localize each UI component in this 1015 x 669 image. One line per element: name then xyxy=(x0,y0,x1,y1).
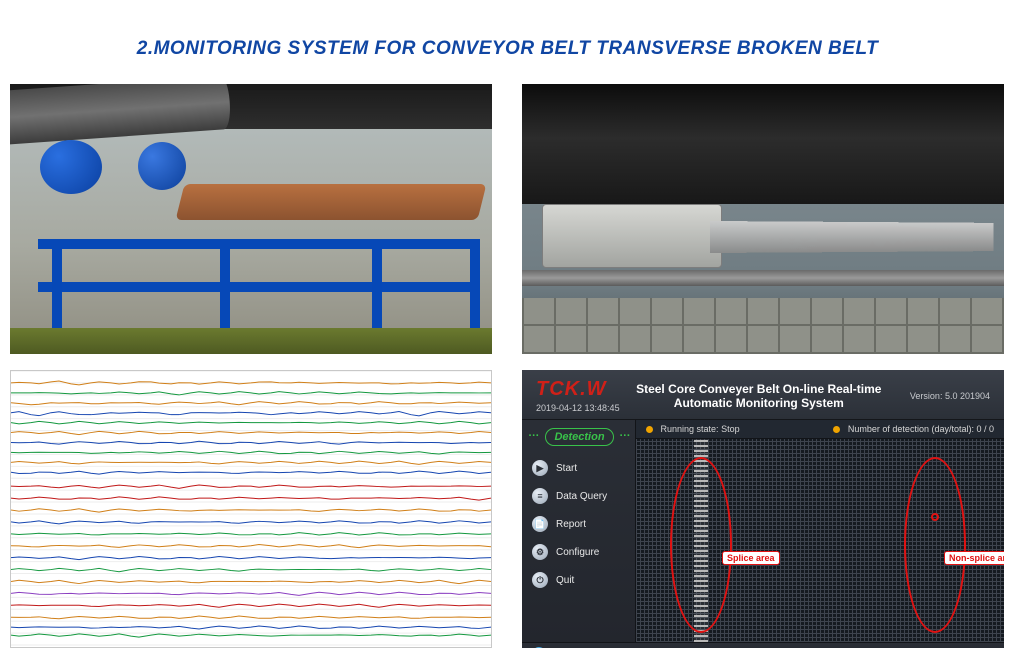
detection-count-value: 0 / 0 xyxy=(976,424,994,434)
menu-item-data-query[interactable]: ≡ Data Query xyxy=(528,482,629,510)
belt-underside xyxy=(522,84,1004,204)
frame-leg xyxy=(52,239,62,339)
list-icon: ≡ xyxy=(532,488,548,504)
sensor-drum-left xyxy=(40,140,102,194)
detection-count-label: Number of detection (day/total): xyxy=(848,424,974,434)
menu-item-configure[interactable]: ⚙ Configure xyxy=(528,538,629,566)
photo-sensor-silver-bar xyxy=(522,84,1004,354)
menu-item-report[interactable]: 📄 Report xyxy=(528,510,629,538)
running-state-value: Stop xyxy=(721,424,740,434)
menu-label: Start xyxy=(556,463,577,474)
status-dot-icon xyxy=(646,426,653,433)
frame-bar xyxy=(38,282,474,292)
defect-marker xyxy=(931,513,939,521)
splice-label: Splice area xyxy=(722,551,780,565)
report-icon: 📄 xyxy=(532,516,548,532)
play-icon: ▶ xyxy=(532,460,548,476)
app-header: TCK.W 2019-04-12 13:48:45 Steel Core Con… xyxy=(522,370,1004,420)
running-state: Running state: Stop xyxy=(646,424,740,434)
belt-scan-canvas[interactable]: Splice area Non-splice area xyxy=(636,439,1004,642)
main-area: Running state: Stop Number of detection … xyxy=(636,420,1004,642)
ground-vegetation xyxy=(10,328,492,354)
gear-icon: ⚙ xyxy=(532,544,548,560)
splice-area-marker xyxy=(670,457,732,633)
header-center: Steel Core Conveyer Belt On-line Real-ti… xyxy=(634,382,884,410)
ground-paving xyxy=(522,298,1004,354)
monitoring-software-window: TCK.W 2019-04-12 13:48:45 Steel Core Con… xyxy=(522,370,1004,648)
status-dot-icon xyxy=(833,426,840,433)
menu-item-quit[interactable]: ⏻ Quit xyxy=(528,566,629,594)
page-title: 2.MONITORING SYSTEM FOR CONVEYOR BELT TR… xyxy=(0,0,1015,84)
sensor-bar xyxy=(710,221,994,253)
menu-label: Configure xyxy=(556,547,599,558)
nonsplice-area-marker xyxy=(904,457,966,633)
frame-leg xyxy=(220,239,230,339)
app-footer: Speed: 0.0 m/s xyxy=(522,642,1004,648)
support-pipe xyxy=(522,270,1004,286)
header-timestamp: 2019-04-12 13:48:45 xyxy=(536,401,620,413)
sidebar: Detection ▶ Start ≡ Data Query 📄 Report xyxy=(522,420,636,642)
sensor-tray xyxy=(176,184,487,220)
app-logo: TCK.W 2019-04-12 13:48:45 xyxy=(536,378,620,413)
drum-roller xyxy=(10,84,232,147)
menu-label: Quit xyxy=(556,575,574,586)
menu-item-start[interactable]: ▶ Start xyxy=(528,454,629,482)
frame-leg xyxy=(470,239,480,339)
globe-icon xyxy=(532,647,546,648)
detection-chip: Detection xyxy=(545,428,613,446)
sensor-drum-right xyxy=(138,142,186,190)
app-title: Steel Core Conveyer Belt On-line Real-ti… xyxy=(634,382,884,410)
sidebar-menu: ▶ Start ≡ Data Query 📄 Report ⚙ Configur… xyxy=(528,454,629,594)
photo-sensor-blue-frame xyxy=(10,84,492,354)
power-icon: ⏻ xyxy=(532,572,548,588)
detection-count: Number of detection (day/total): 0 / 0 xyxy=(833,424,994,434)
nonsplice-label: Non-splice area xyxy=(944,551,1004,565)
status-bar: Running state: Stop Number of detection … xyxy=(636,420,1004,439)
frame-bar xyxy=(38,239,474,249)
signal-trace-chart xyxy=(10,370,492,648)
frame-leg xyxy=(372,239,382,339)
running-state-label: Running state: xyxy=(661,424,719,434)
app-version: Version: 5.0 201904 xyxy=(898,391,990,401)
logo-text: TCK.W xyxy=(536,378,620,401)
menu-label: Report xyxy=(556,519,586,530)
menu-label: Data Query xyxy=(556,491,607,502)
content-grid: TCK.W 2019-04-12 13:48:45 Steel Core Con… xyxy=(0,84,1015,648)
app-body: Detection ▶ Start ≡ Data Query 📄 Report xyxy=(522,420,1004,642)
signal-svg xyxy=(11,371,491,647)
sensor-housing xyxy=(542,204,722,268)
